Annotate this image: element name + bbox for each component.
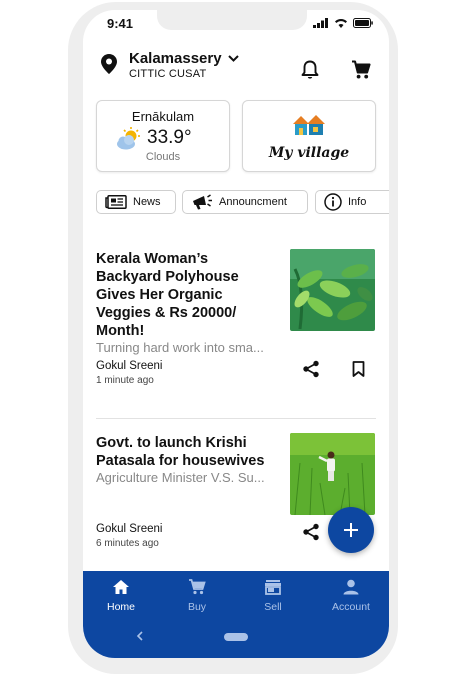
back-chevron-icon[interactable]: [136, 631, 144, 641]
nav-tab-sell[interactable]: Sell: [243, 579, 303, 613]
bookmark-icon[interactable]: [352, 361, 365, 377]
article-author: Gokul Sreeni: [96, 360, 163, 372]
store-icon: [265, 580, 281, 595]
article-title-line: Kerala Woman’s: [96, 251, 209, 267]
status-time: 9:41: [107, 16, 134, 31]
info-icon: [324, 193, 342, 211]
article-title-line: Backyard Polyhouse: [96, 269, 239, 285]
article-subtitle: Turning hard work into sma...: [96, 340, 264, 355]
status-icons: [313, 18, 373, 28]
bell-icon[interactable]: [301, 60, 319, 80]
article-card[interactable]: Kerala Woman’s Backyard Polyhouse Gives …: [96, 250, 292, 340]
article-card[interactable]: Govt. to launch Krishi Patasala for hous…: [96, 434, 288, 470]
article-time-ago: 6 minutes ago: [96, 538, 159, 549]
chip-announcement[interactable]: Announcment: [182, 190, 308, 214]
article-title-line: Govt. to launch Krishi: [96, 435, 247, 451]
article-thumbnail-paddy-field[interactable]: [290, 433, 375, 515]
article-title-line: Veggies & Rs 20000/: [96, 305, 237, 321]
partly-cloudy-icon: [117, 127, 140, 150]
weather-city: Ernākulam: [131, 109, 195, 124]
article-subtitle: Agriculture Minister V.S. Su...: [96, 470, 265, 485]
nav-tab-home[interactable]: Home: [91, 579, 151, 613]
article-thumbnail-plants[interactable]: [290, 249, 375, 331]
chip-news[interactable]: News: [96, 190, 176, 214]
share-icon[interactable]: [302, 523, 320, 541]
bottom-navigation: Home Buy Sell Account: [83, 571, 389, 658]
article-title-line: Gives Her Organic: [96, 287, 223, 303]
weather-card[interactable]: Ernākulam 33.9° Clouds: [96, 100, 230, 172]
battery-icon: [353, 18, 373, 28]
article-title-line: Month!: [96, 323, 145, 339]
article-time-ago: 1 minute ago: [96, 375, 154, 386]
weather-temperature: 33.9°: [147, 127, 192, 148]
app-screen: 9:41 Kalamassery CITTIC CUSAT Ernākulam …: [83, 10, 389, 658]
newspaper-icon: [105, 195, 127, 209]
chip-news-label: News: [133, 196, 161, 208]
signal-icon: [313, 18, 328, 28]
nav-tab-buy[interactable]: Buy: [167, 579, 227, 613]
village-houses-icon: [293, 115, 325, 135]
article-title-line: Patasala for housewives: [96, 453, 265, 469]
divider: [96, 418, 376, 419]
nav-tab-account-label: Account: [332, 601, 370, 613]
wifi-icon: [335, 19, 347, 28]
article-title: Kerala Woman’s Backyard Polyhouse Gives …: [96, 250, 292, 340]
account-icon: [343, 579, 359, 595]
share-icon[interactable]: [302, 360, 320, 378]
location-city: Kalamassery: [129, 50, 222, 67]
chip-announcement-label: Announcment: [219, 196, 287, 208]
cart-icon[interactable]: [351, 60, 371, 80]
chip-info-label: Info: [348, 196, 367, 208]
chip-info[interactable]: Info: [315, 190, 389, 214]
location-area: CITTIC CUSAT: [129, 68, 207, 80]
cart-icon: [189, 579, 206, 595]
location-pin-icon: [101, 54, 117, 74]
home-icon: [113, 580, 129, 594]
article-title: Govt. to launch Krishi Patasala for hous…: [96, 434, 288, 470]
location-selector[interactable]: Kalamassery: [129, 50, 239, 67]
article-author: Gokul Sreeni: [96, 523, 163, 535]
my-village-label: My village: [268, 145, 350, 161]
nav-tab-sell-label: Sell: [264, 601, 282, 613]
add-post-button[interactable]: [328, 507, 374, 553]
nav-tab-account[interactable]: Account: [321, 579, 381, 613]
plus-icon: [344, 523, 358, 537]
nav-tab-home-label: Home: [106, 601, 135, 613]
home-gesture-pill[interactable]: [224, 633, 248, 641]
chevron-down-icon: [227, 55, 239, 62]
weather-condition: Clouds: [145, 151, 181, 163]
nav-tab-buy-label: Buy: [187, 601, 207, 613]
device-notch: [157, 10, 307, 30]
megaphone-icon: [193, 194, 212, 210]
my-village-card[interactable]: My village: [242, 100, 376, 172]
